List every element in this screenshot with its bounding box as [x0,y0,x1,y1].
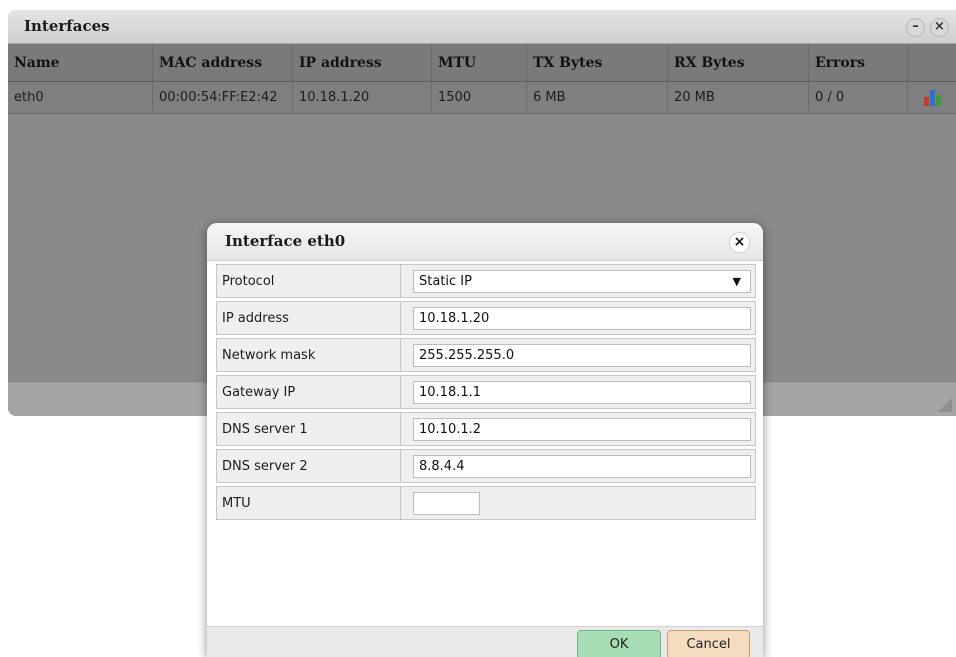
resize-grip-icon[interactable] [938,398,952,412]
network-mask-label: Network mask [222,347,316,363]
network-mask-input[interactable]: 255.255.255.0 [413,344,751,367]
column-header-errors[interactable]: Errors [809,44,908,81]
mtu-input[interactable] [413,492,480,515]
column-header-rx[interactable]: RX Bytes [668,44,809,81]
form-row-dns-server-2: DNS server 2 8.8.4.4 [216,449,756,483]
row-divider [400,376,401,408]
cell-name: eth0 [8,82,153,113]
protocol-selected-value: Static IP [419,274,472,289]
row-divider [400,302,401,334]
form-row-mtu: MTU [216,486,756,520]
ip-address-input[interactable]: 10.18.1.20 [413,307,751,330]
row-divider [400,265,401,297]
cell-mac: 00:00:54:FF:E2:42 [153,82,293,113]
gateway-ip-input[interactable]: 10.18.1.1 [413,381,751,404]
cell-ip: 10.18.1.20 [293,82,432,113]
gateway-ip-label: Gateway IP [222,384,296,400]
form-row-gateway-ip: Gateway IP 10.18.1.1 [216,375,756,409]
cell-actions [908,82,956,113]
close-icon[interactable]: × [930,18,949,37]
column-header-name[interactable]: Name [8,44,153,81]
row-divider [400,487,401,519]
ip-address-label: IP address [222,310,289,326]
column-header-tx[interactable]: TX Bytes [527,44,668,81]
dns-server-1-label: DNS server 1 [222,421,308,437]
interface-form: Protocol Static IP ▼ IP address 10.18.1.… [216,264,756,523]
interface-dialog: Interface eth0 × Protocol Static IP ▼ IP… [207,223,763,657]
column-header-mac[interactable]: MAC address [153,44,293,81]
interfaces-table: Name MAC address IP address MTU TX Bytes… [8,44,956,114]
column-header-mtu[interactable]: MTU [432,44,527,81]
window-titlebar[interactable]: Interfaces – × [8,10,956,44]
protocol-label: Protocol [222,273,275,289]
window-title: Interfaces [24,17,110,35]
form-row-dns-server-1: DNS server 1 10.10.1.2 [216,412,756,446]
cancel-button[interactable]: Cancel [667,630,750,657]
dns-server-2-label: DNS server 2 [222,458,308,474]
row-divider [400,339,401,371]
row-divider [400,413,401,445]
table-row[interactable]: eth0 00:00:54:FF:E2:42 10.18.1.20 1500 6… [8,82,956,114]
cell-errors: 0 / 0 [809,82,908,113]
dialog-close-icon[interactable]: × [729,232,750,253]
protocol-select[interactable]: Static IP ▼ [413,270,751,293]
dialog-title: Interface eth0 [225,232,346,250]
cell-rx: 20 MB [668,82,809,113]
mtu-label: MTU [222,495,251,511]
form-row-protocol: Protocol Static IP ▼ [216,264,756,298]
cell-tx: 6 MB [527,82,668,113]
row-divider [400,450,401,482]
table-header: Name MAC address IP address MTU TX Bytes… [8,44,956,82]
dialog-header[interactable]: Interface eth0 × [207,223,763,261]
column-header-ip[interactable]: IP address [293,44,432,81]
form-row-ip-address: IP address 10.18.1.20 [216,301,756,335]
bar-chart-icon[interactable] [923,89,941,106]
cell-mtu: 1500 [432,82,527,113]
dialog-footer: OK Cancel [207,626,763,657]
dropdown-caret-icon[interactable]: ▼ [733,275,741,288]
minimize-icon[interactable]: – [906,18,925,37]
form-row-network-mask: Network mask 255.255.255.0 [216,338,756,372]
dns-server-2-input[interactable]: 8.8.4.4 [413,455,751,478]
column-header-actions [908,44,956,81]
ok-button[interactable]: OK [577,630,661,657]
dns-server-1-input[interactable]: 10.10.1.2 [413,418,751,441]
